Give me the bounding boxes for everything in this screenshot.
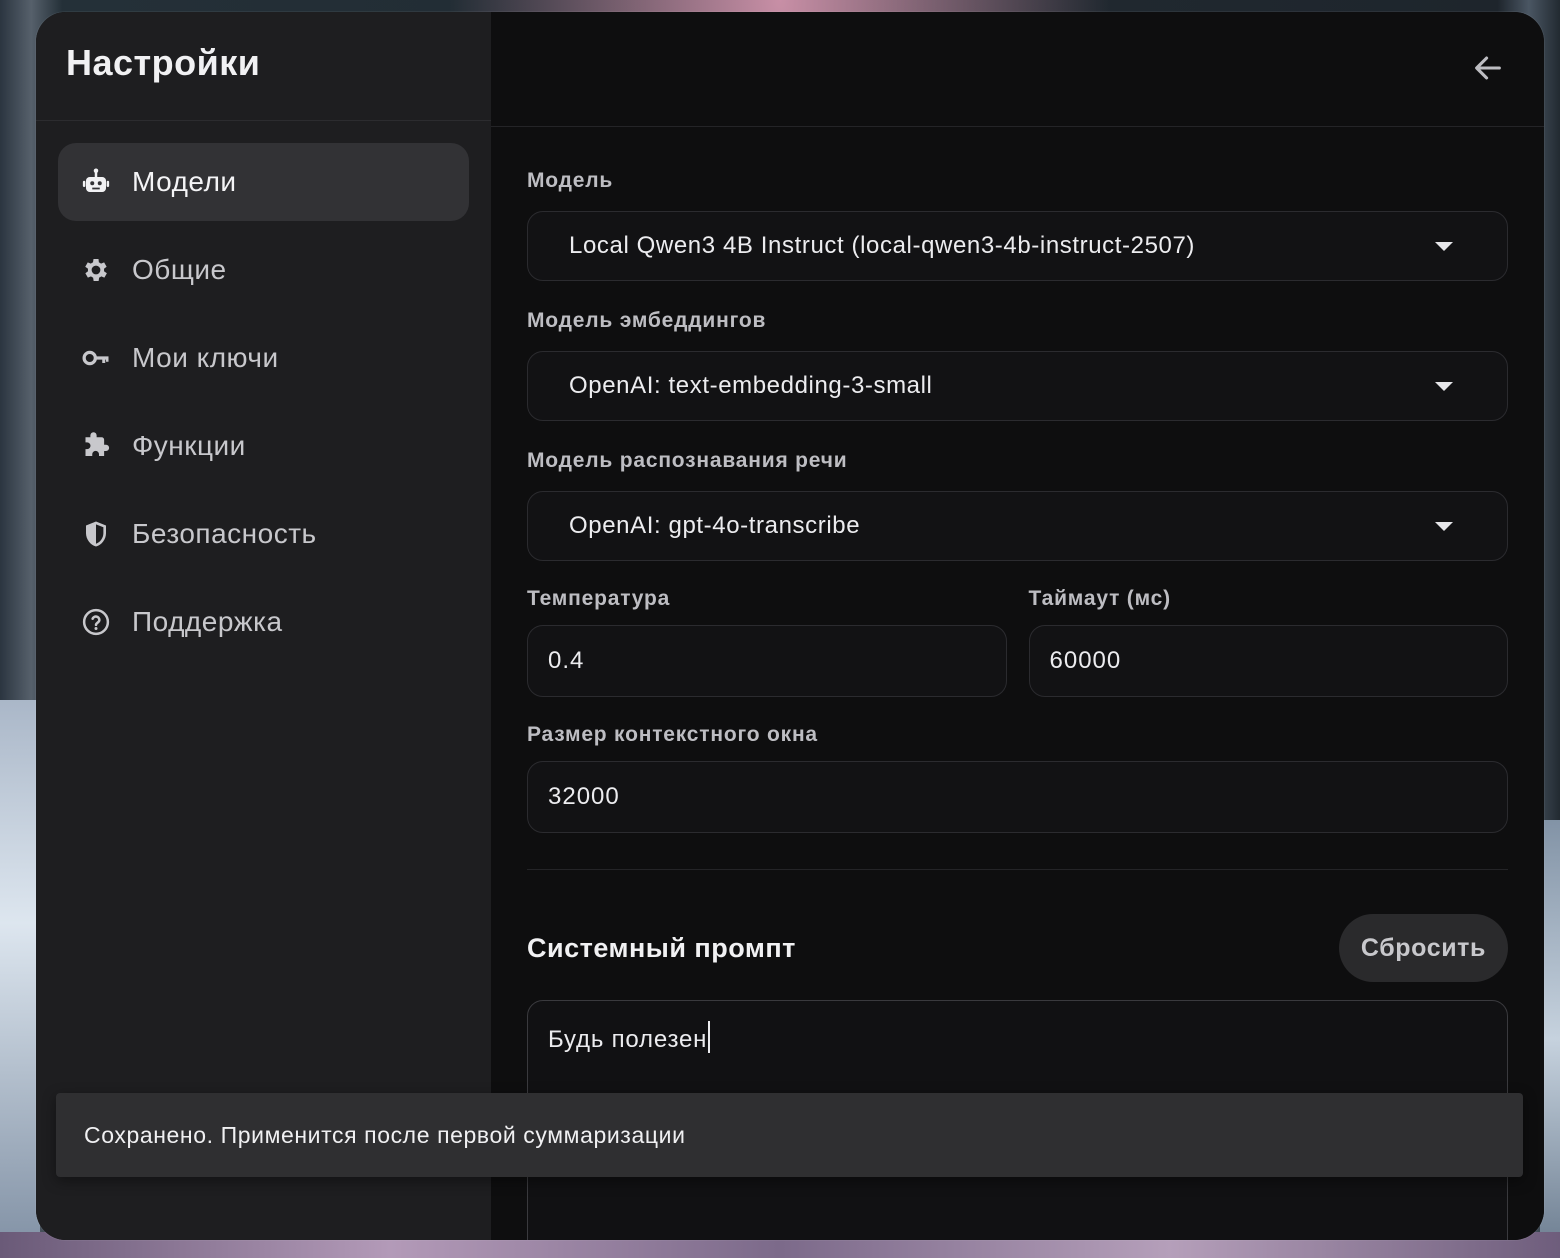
- toast-notification: Сохранено. Применится после первой сумма…: [56, 1093, 1523, 1177]
- context-window-input[interactable]: 32000: [527, 761, 1508, 833]
- temperature-label: Температура: [527, 587, 671, 610]
- timeout-label: Таймаут (мс): [1028, 587, 1171, 610]
- reset-button[interactable]: Сбросить: [1338, 914, 1508, 982]
- help-circle-icon: [80, 606, 112, 638]
- sidebar-nav: Модели Общие Мои ключи Функции Безопасно…: [36, 121, 491, 661]
- chevron-down-icon: [1435, 521, 1453, 531]
- speech-model-select[interactable]: OpenAI: gpt-4o-transcribe: [527, 491, 1508, 561]
- sidebar-item-label: Поддержка: [132, 606, 283, 637]
- background-snow-left: [0, 700, 40, 1258]
- text-cursor: [708, 1021, 711, 1053]
- page-title: Настройки: [66, 42, 261, 83]
- timeout-group: Таймаут (мс) 60000: [1028, 587, 1508, 697]
- shield-icon: [80, 518, 112, 550]
- system-prompt-text: Будь полезен: [548, 1026, 708, 1053]
- chevron-down-icon: [1435, 381, 1453, 391]
- sidebar-item-label: Общие: [132, 254, 227, 285]
- settings-form: Модель Local Qwen3 4B Instruct (local-qw…: [527, 126, 1508, 1240]
- main-panel: Модель Local Qwen3 4B Instruct (local-qw…: [491, 12, 1544, 1240]
- model-select-value: Local Qwen3 4B Instruct (local-qwen3-4b-…: [569, 232, 1196, 259]
- sidebar-item-models[interactable]: Модели: [58, 143, 469, 221]
- key-icon: [80, 342, 112, 374]
- settings-window: Настройки Модели Общие Мои ключи Функции…: [36, 12, 1544, 1240]
- temperature-input[interactable]: 0.4: [527, 625, 1007, 697]
- temperature-group: Температура 0.4: [527, 587, 1007, 697]
- sidebar: Настройки Модели Общие Мои ключи Функции…: [36, 12, 491, 1240]
- robot-icon: [80, 166, 112, 198]
- sidebar-item-general[interactable]: Общие: [58, 231, 469, 309]
- model-label: Модель: [527, 169, 614, 192]
- sidebar-item-security[interactable]: Безопасность: [58, 495, 469, 573]
- sidebar-item-support[interactable]: Поддержка: [58, 583, 469, 661]
- sidebar-item-label: Мои ключи: [132, 342, 279, 373]
- sidebar-item-label: Функции: [132, 430, 246, 461]
- toast-message: Сохранено. Применится после первой сумма…: [84, 1121, 686, 1148]
- section-divider: [527, 869, 1508, 870]
- sidebar-item-label: Модели: [132, 166, 237, 197]
- embedding-model-label: Модель эмбеддингов: [527, 309, 767, 332]
- puzzle-icon: [80, 430, 112, 462]
- timeout-input[interactable]: 60000: [1028, 625, 1508, 697]
- chevron-down-icon: [1435, 241, 1453, 251]
- temperature-timeout-row: Температура 0.4 Таймаут (мс) 60000: [527, 587, 1508, 697]
- embedding-model-select[interactable]: OpenAI: text-embedding-3-small: [527, 351, 1508, 421]
- arrow-left-icon: [1475, 56, 1501, 80]
- system-prompt-header: Системный промпт Сбросить: [527, 914, 1508, 982]
- back-button[interactable]: [1468, 48, 1508, 88]
- sidebar-item-keys[interactable]: Мои ключи: [58, 319, 469, 397]
- system-prompt-title: Системный промпт: [527, 932, 796, 963]
- context-window-label: Размер контекстного окна: [527, 723, 818, 746]
- sidebar-header: Настройки: [36, 12, 491, 121]
- speech-model-label: Модель распознавания речи: [527, 449, 848, 472]
- speech-model-select-value: OpenAI: gpt-4o-transcribe: [569, 512, 861, 539]
- model-select[interactable]: Local Qwen3 4B Instruct (local-qwen3-4b-…: [527, 211, 1508, 281]
- main-header: [491, 12, 1544, 127]
- gear-icon: [80, 254, 112, 286]
- sidebar-item-label: Безопасность: [132, 518, 317, 549]
- sidebar-item-features[interactable]: Функции: [58, 407, 469, 485]
- embedding-model-select-value: OpenAI: text-embedding-3-small: [569, 372, 933, 399]
